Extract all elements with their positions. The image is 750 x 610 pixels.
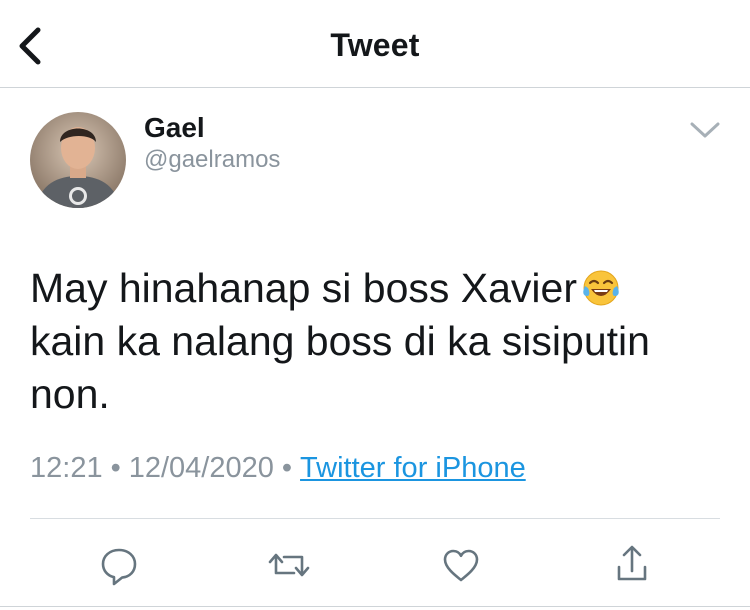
header: Tweet [0, 0, 750, 88]
meta-separator: • [281, 452, 293, 484]
face-with-tears-of-joy-icon [581, 268, 621, 308]
like-icon [443, 549, 479, 582]
author-display-name[interactable]: Gael [144, 112, 205, 144]
reply-button[interactable] [94, 540, 144, 590]
retweet-icon [268, 553, 310, 577]
tweet-time: 12:21 [30, 452, 103, 484]
meta-separator: • [110, 452, 121, 484]
reply-icon [101, 548, 137, 586]
author-handle[interactable]: @gaelramos [144, 146, 280, 174]
tweet-actions-bar [0, 540, 750, 590]
tweet-source-link[interactable]: Twitter for iPhone [300, 452, 526, 484]
tweet-text-line-1: May hinahanap si boss Xavier [30, 265, 577, 311]
tweet-meta: 12:21 • 12/04/2020 • Twitter for iPhone [30, 452, 526, 485]
divider [30, 518, 720, 519]
more-options-button[interactable] [688, 118, 722, 142]
avatar-image [30, 112, 126, 208]
page-title: Tweet [330, 27, 420, 63]
chevron-down-icon [690, 122, 720, 138]
like-button[interactable] [436, 540, 486, 590]
retweet-button[interactable] [264, 540, 314, 590]
share-icon [617, 545, 647, 581]
share-button[interactable] [607, 540, 657, 590]
bottom-divider [0, 606, 750, 607]
tweet-text: May hinahanap si boss Xavier kain ka nal… [30, 262, 720, 421]
tweet-text-line-3: non. [30, 371, 110, 417]
tweet-date: 12/04/2020 [128, 452, 274, 484]
avatar[interactable] [30, 112, 126, 208]
tweet-text-line-2: kain ka nalang boss di ka sisiputin [30, 318, 650, 364]
